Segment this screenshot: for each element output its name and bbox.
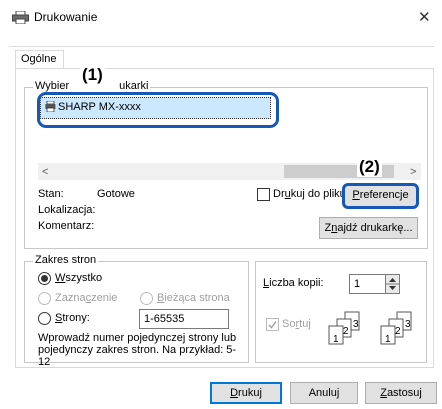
pages-input[interactable]: 1-65535 bbox=[139, 309, 229, 329]
collate-page-number: 2 bbox=[343, 326, 349, 337]
collate-page-number: 2 bbox=[395, 326, 401, 337]
collate-page-number: 1 bbox=[385, 334, 391, 345]
status-value: Gotowe bbox=[97, 188, 135, 200]
preferences-button[interactable]: Preferencje bbox=[342, 183, 419, 209]
collate-checkbox[interactable] bbox=[266, 318, 279, 331]
spin-arrows-glyph bbox=[386, 278, 399, 290]
spin-arrows-icon[interactable] bbox=[385, 274, 400, 294]
callout-label-1: (1) bbox=[80, 65, 105, 85]
apply-button[interactable]: Zastosuj bbox=[365, 382, 437, 404]
print-button[interactable]: Drukuj bbox=[210, 382, 282, 404]
callout-label-2: (2) bbox=[357, 157, 382, 177]
radio-pages[interactable] bbox=[38, 312, 51, 325]
check-icon bbox=[268, 321, 277, 329]
page-range-hint: Wprowadź numer pojedynczej strony lub po… bbox=[38, 332, 237, 368]
find-printer-button[interactable]: Znajdź drukarkę... bbox=[319, 217, 418, 239]
collate-page-number: 3 bbox=[405, 319, 411, 330]
radio-current-label: Bieżąca strona bbox=[157, 292, 230, 304]
callout-printer bbox=[37, 92, 279, 128]
collate-page-number: 1 bbox=[333, 334, 339, 345]
tab-strip-line bbox=[9, 46, 434, 47]
copies-input[interactable]: 1 bbox=[349, 274, 387, 294]
scroll-left-icon[interactable]: < bbox=[42, 166, 48, 178]
window-title: Drukowanie bbox=[34, 10, 98, 24]
close-icon[interactable]: ✕ bbox=[418, 8, 431, 26]
page-range-legend: Zakres stron bbox=[33, 254, 99, 266]
radio-current-page[interactable] bbox=[140, 292, 153, 305]
radio-all-label: Wszystko bbox=[55, 272, 103, 284]
print-to-file-label: Drukuj do pliku bbox=[273, 188, 346, 200]
radio-selection-label: Zaznaczenie bbox=[55, 292, 118, 304]
copies-label: Liczba kopii: bbox=[263, 277, 324, 289]
collate-page-number: 3 bbox=[353, 319, 359, 330]
printer-icon bbox=[12, 11, 29, 24]
collate-label: Sortuj bbox=[282, 318, 311, 330]
scroll-right-icon[interactable]: > bbox=[410, 166, 416, 178]
cancel-button[interactable]: Anuluj bbox=[290, 382, 358, 404]
location-label: Lokalizacja: bbox=[38, 204, 96, 216]
tab-label: Ogólne bbox=[21, 53, 57, 65]
tab-general[interactable]: Ogólne bbox=[15, 50, 64, 69]
print-to-file-checkbox[interactable] bbox=[257, 188, 270, 201]
radio-selection[interactable] bbox=[38, 292, 51, 305]
radio-all-pages[interactable] bbox=[38, 272, 51, 285]
radio-pages-label: Strony: bbox=[55, 312, 90, 324]
status-label: Stan: bbox=[38, 188, 64, 200]
comment-label: Komentarz: bbox=[38, 220, 95, 232]
